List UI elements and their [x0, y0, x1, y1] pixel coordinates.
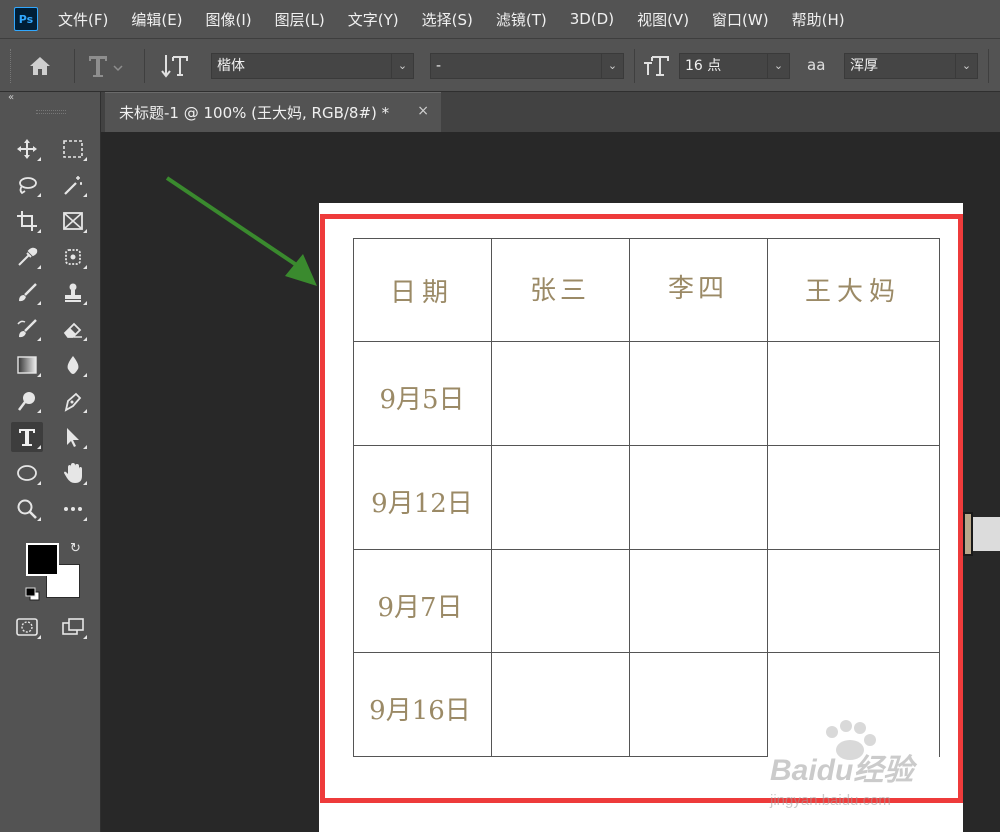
close-icon[interactable]: ×	[417, 103, 429, 119]
table-line	[939, 238, 940, 757]
header-cell-wangdama: 王大妈	[804, 277, 901, 307]
menu-help[interactable]: 帮助(H)	[792, 9, 845, 30]
font-size-select[interactable]: 16 点 ⌄	[679, 53, 790, 79]
menu-type[interactable]: 文字(Y)	[348, 9, 399, 30]
antialias-select[interactable]: 浑厚 ⌄	[844, 53, 978, 79]
menu-image[interactable]: 图像(I)	[206, 9, 252, 30]
font-family-value: 楷体	[217, 58, 245, 74]
type-icon[interactable]	[11, 422, 43, 452]
menu-select[interactable]: 选择(S)	[422, 9, 473, 30]
crop-icon[interactable]	[11, 206, 43, 236]
screen-mode-icon[interactable]	[57, 612, 89, 642]
history-brush-icon[interactable]	[11, 314, 43, 344]
table-line	[353, 445, 940, 446]
stamp-icon[interactable]	[57, 278, 89, 308]
table-line	[353, 341, 940, 342]
font-family-select[interactable]: 楷体 ⌄	[211, 53, 414, 79]
menu-layer[interactable]: 图层(L)	[275, 9, 325, 30]
magic-wand-icon[interactable]	[57, 170, 89, 200]
table-line	[491, 238, 492, 757]
font-size-value: 16 点	[685, 58, 722, 74]
chevron-down-icon: ⌄	[767, 54, 789, 78]
font-style-select[interactable]: - ⌄	[430, 53, 624, 79]
menu-filter[interactable]: 滤镜(T)	[496, 9, 547, 30]
type-tool-preset-icon[interactable]	[86, 51, 126, 81]
menu-window[interactable]: 窗口(W)	[712, 9, 769, 30]
calendar-table: 日期 张三 李四 王大妈 9月5日 9月12日 9月7日 9月16日	[353, 238, 941, 758]
menu-bar: Ps 文件(F) 编辑(E) 图像(I) 图层(L) 文字(Y) 选择(S) 滤…	[0, 0, 1000, 38]
text-orientation-icon[interactable]	[160, 51, 192, 81]
table-line	[353, 238, 940, 239]
hand-icon[interactable]	[57, 458, 89, 488]
menu-3d[interactable]: 3D(D)	[570, 10, 614, 28]
brush-icon[interactable]	[11, 278, 43, 308]
date-cell: 9月12日	[371, 489, 473, 519]
move-icon[interactable]	[11, 134, 43, 164]
document-tab-title: 未标题-1 @ 100% (王大妈, RGB/8#) *	[119, 104, 390, 122]
default-colors-icon[interactable]	[25, 586, 41, 601]
home-icon[interactable]	[26, 53, 54, 79]
eraser-icon[interactable]	[57, 314, 89, 344]
document-tab-bar: 未标题-1 @ 100% (王大妈, RGB/8#) * ×	[101, 92, 1000, 132]
header-cell-date: 日期	[389, 278, 454, 308]
text-cursor-handle[interactable]	[963, 512, 973, 556]
table-line	[353, 652, 940, 653]
header-cell-lisi: 李四	[667, 274, 728, 304]
table-line	[353, 549, 940, 550]
font-style-value: -	[436, 58, 442, 74]
document-tab[interactable]: 未标题-1 @ 100% (王大妈, RGB/8#) * ×	[105, 92, 441, 132]
date-cell: 9月7日	[377, 593, 463, 623]
pen-icon[interactable]	[57, 386, 89, 416]
font-size-icon	[642, 53, 670, 79]
options-grip	[10, 49, 14, 83]
frame-icon[interactable]	[57, 206, 89, 236]
watermark-site: jingyan.baidu.com	[770, 792, 891, 809]
blur-icon[interactable]	[57, 350, 89, 380]
photoshop-logo: Ps	[14, 7, 38, 31]
swap-colors-icon[interactable]: ↻	[70, 541, 81, 556]
quick-mask-icon[interactable]	[11, 612, 43, 642]
date-cell: 9月5日	[379, 385, 465, 415]
more-icon[interactable]	[57, 494, 89, 524]
date-cell: 9月16日	[369, 696, 471, 726]
chevron-down-icon: ⌄	[391, 54, 413, 78]
table-line	[353, 756, 767, 757]
chevron-down-icon: ⌄	[955, 54, 977, 78]
menu-view[interactable]: 视图(V)	[637, 9, 689, 30]
toolbox: « ↻	[0, 92, 101, 832]
antialias-label: aa	[807, 56, 826, 74]
foreground-color-swatch[interactable]	[26, 543, 59, 576]
watermark-brand: Baidu经验	[770, 754, 914, 787]
path-select-icon[interactable]	[57, 422, 89, 452]
table-line	[629, 238, 630, 757]
eyedropper-icon[interactable]	[11, 242, 43, 272]
arrow-annotation	[165, 176, 317, 286]
dodge-icon[interactable]	[11, 386, 43, 416]
healing-icon[interactable]	[57, 242, 89, 272]
menu-file[interactable]: 文件(F)	[58, 9, 108, 30]
menu-edit[interactable]: 编辑(E)	[131, 9, 182, 30]
gradient-icon[interactable]	[11, 350, 43, 380]
ellipse-icon[interactable]	[11, 458, 43, 488]
chevron-down-icon: ⌄	[601, 54, 623, 78]
marquee-icon[interactable]	[57, 134, 89, 164]
options-bar: 楷体 ⌄ - ⌄ 16 点 ⌄ aa 浑厚 ⌄	[0, 38, 1000, 92]
header-cell-zhangsan: 张三	[529, 276, 590, 306]
lasso-icon[interactable]	[11, 170, 43, 200]
toolbox-grip[interactable]	[36, 110, 66, 114]
zoom-icon[interactable]	[11, 494, 43, 524]
antialias-value: 浑厚	[850, 58, 878, 74]
table-line	[767, 238, 768, 757]
collapse-panel-icon[interactable]: «	[8, 92, 14, 103]
